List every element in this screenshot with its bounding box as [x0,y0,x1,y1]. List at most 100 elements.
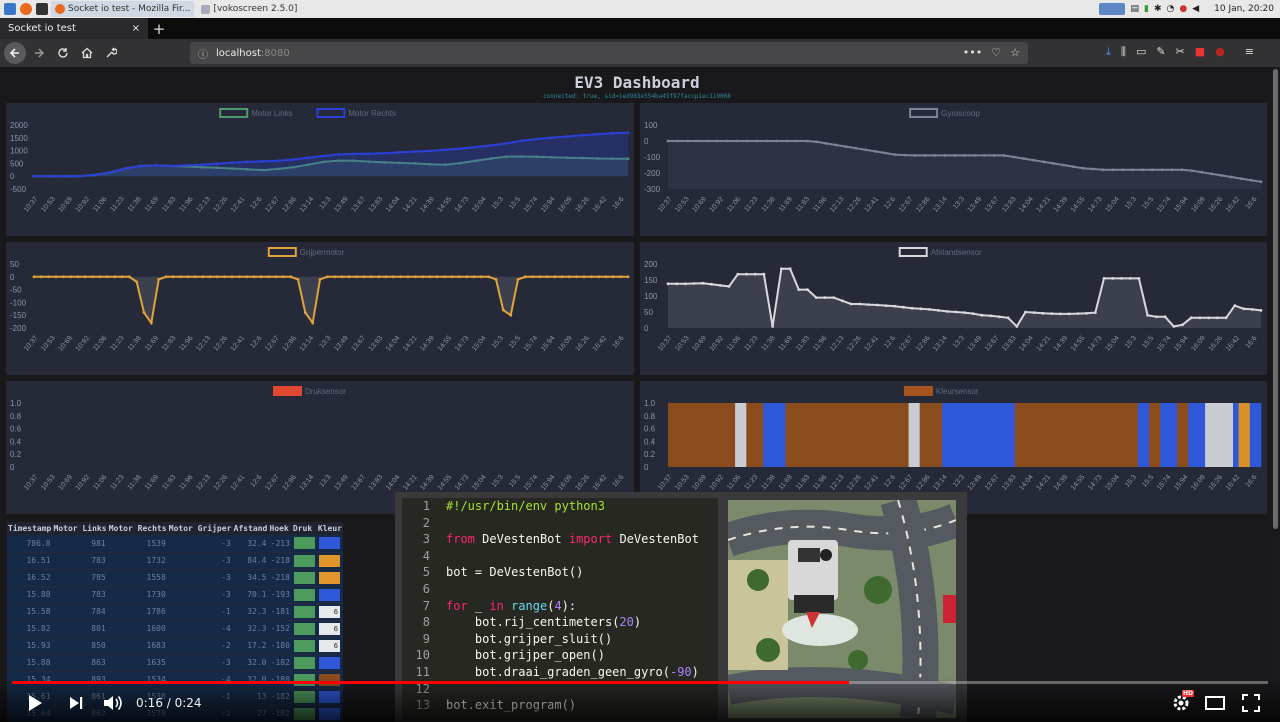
screenshot-icon[interactable]: ✂ [1176,45,1185,59]
cell-timestamp: 16.51 [7,552,53,570]
x-tick-label: 14:73 [454,335,471,353]
workspace-switcher-icon[interactable] [1099,3,1126,15]
new-tab-button[interactable]: + [148,18,170,39]
x-tick-label: 10:53 [674,335,691,353]
data-point [413,275,417,279]
x-tick-label: 16:6 [611,335,625,350]
x-tick-label: 15:5 [1141,474,1155,489]
tab-socket-io-test[interactable]: Socket io test × [0,18,148,39]
cell-links: 850 [52,637,108,655]
legend-swatch[interactable] [267,247,297,257]
x-tick-label: 13:14 [932,474,949,492]
x-tick-label: 11:06 [726,335,742,353]
legend-swatch[interactable] [903,386,933,396]
adblock-icon[interactable]: ■ [1195,45,1205,59]
data-point [413,150,417,153]
taskbar-clock[interactable]: 10 Jan, 20:20 [1214,4,1274,14]
info-icon[interactable]: ⓘ [198,46,208,61]
cell-links: 784 [52,603,108,621]
y-tick-label: 50 [644,308,653,317]
volume-icon[interactable]: ◀ [1192,4,1199,14]
settings-button[interactable]: HD [1168,690,1195,716]
table-row: 16.52 785 1558 -3 34.5 -218 [7,569,343,587]
taskbar-task-vokoscreen[interactable]: [vokoscreen 2.5.0] [197,1,301,17]
code-line: 8 bot.rij_centimeters(20) [402,614,718,631]
data-point [806,288,809,291]
customize-button[interactable] [100,42,122,64]
legend-swatch[interactable] [273,386,302,396]
theater-mode-button[interactable] [1202,690,1228,716]
x-tick-label: 16:42 [1225,474,1242,492]
reload-button[interactable] [52,42,74,64]
data-point [296,278,300,281]
cell-kleur: 6 [316,637,343,655]
x-tick-label: 15:74 [523,335,540,353]
volume-button[interactable] [100,690,126,716]
x-tick-label: 15:94 [540,196,557,214]
page-scrollbar[interactable] [1272,67,1280,722]
data-point [384,275,388,279]
data-point [274,275,278,279]
x-tick-label: 16:26 [574,196,591,214]
x-tick-label: 15:3 [491,335,505,350]
legend-swatch[interactable] [909,108,939,118]
data-point [611,131,615,135]
battery-icon[interactable]: ▮ [1144,4,1149,14]
taskbar-task-firefox[interactable]: Socket io test - Mozilla Fir... [51,1,195,17]
terminal-launcher-icon[interactable] [36,3,48,15]
bluetooth-icon[interactable]: ✱ [1154,4,1162,14]
tab-close-icon[interactable]: × [132,23,140,34]
legend-swatch[interactable] [898,247,928,257]
line-number: 8 [422,615,430,630]
data-point [1172,325,1176,328]
url-bar[interactable]: ⓘ localhost :8080 ••• ♡ ☆ [190,42,1028,64]
code-text: from DeVestenBot import DeVestenBot [446,532,699,547]
column-header: Hoek [268,522,292,535]
y-tick-label: 0 [644,463,649,472]
data-point [443,275,447,279]
x-tick-label: 16:6 [1244,196,1258,211]
record-icon[interactable]: ● [1179,4,1187,14]
x-tick-label: 14:04 [385,196,402,214]
legend-swatch[interactable] [316,108,346,118]
data-point [91,275,95,279]
back-button[interactable] [4,42,26,64]
x-tick-label: 12:86 [915,196,932,214]
color-bar [1149,403,1161,467]
data-point [1059,312,1062,316]
wifi-icon[interactable]: ◔ [1167,4,1175,14]
pocket-icon[interactable]: ♡ [991,46,1001,59]
sidebar-icon[interactable]: ▭ [1136,45,1146,59]
table-row: 786.8 981 1539 -3 32.4 -213 [7,535,343,553]
x-tick-label: 12:13 [829,474,846,492]
x-tick-label: 15:3 [491,474,505,489]
scrollbar-thumb[interactable] [1273,69,1278,529]
clipboard-icon[interactable]: ▤ [1130,4,1139,14]
home-button[interactable] [76,42,98,64]
library-icon[interactable]: ⫼ [1121,45,1126,59]
fullscreen-button[interactable] [1238,690,1264,716]
start-menu-icon[interactable] [4,3,16,15]
download-icon[interactable]: ⤓ [1106,45,1111,59]
data-point [597,275,601,279]
forward-button[interactable] [28,42,50,64]
data-point [450,275,454,279]
play-button[interactable] [22,690,48,716]
ublock-icon[interactable]: ● [1215,45,1225,59]
data-point [875,303,879,307]
next-button[interactable] [64,690,88,716]
firefox-launcher-icon[interactable] [20,3,32,15]
data-point [834,143,838,147]
legend-swatch[interactable] [219,108,249,118]
bookmark-star-icon[interactable]: ☆ [1010,46,1020,59]
chart-motors: Motor Links Motor Rechts 2000 1500 1000 500 0 -… [6,103,634,236]
video-progress-bar[interactable] [12,681,1268,684]
page-actions-icon[interactable]: ••• [963,46,982,59]
x-tick-label: 12:6 [249,335,263,350]
x-tick-label: 13:3 [318,196,332,211]
menu-icon[interactable]: ≡ [1245,45,1254,59]
forward-arrow-icon [35,48,44,58]
extension-icon[interactable]: ✎ [1156,45,1165,59]
x-tick-label: 16:26 [1207,474,1224,492]
y-tick-label: -100 [644,153,661,162]
